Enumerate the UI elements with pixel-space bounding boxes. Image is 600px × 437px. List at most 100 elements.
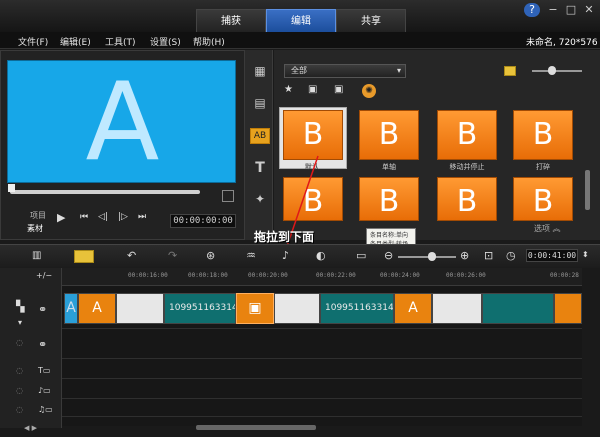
menu-help[interactable]: 帮助(H) <box>193 35 225 48</box>
close-icon[interactable]: ✕ <box>581 3 597 17</box>
title-track-icon[interactable]: T▭ <box>38 366 50 375</box>
mode-clip[interactable]: 素材 <box>27 223 43 234</box>
scrub-bar[interactable] <box>10 190 200 194</box>
thumb-size-slider[interactable] <box>532 70 582 72</box>
transition-icon[interactable]: AB <box>250 128 270 144</box>
music-track-icon[interactable]: ♫▭ <box>38 405 53 414</box>
ruler-tick: 00:00:16:00 <box>128 272 168 279</box>
voice-track-icon[interactable]: ♪▭ <box>38 386 51 395</box>
track-chevron-icon[interactable]: ▾ <box>18 318 22 327</box>
transition-thumb-4[interactable]: B <box>513 110 573 160</box>
play-icon[interactable]: ▶ <box>57 211 65 224</box>
skip-end-icon[interactable]: ⏭ <box>138 212 146 222</box>
tab-edit[interactable]: 编辑 <box>266 9 336 32</box>
instant-project-icon[interactable]: ▤ <box>250 96 270 112</box>
dropped-transition-clip[interactable]: ▣ <box>236 293 274 324</box>
enlarge-icon[interactable] <box>222 190 234 202</box>
media-icon[interactable]: ▦ <box>250 64 270 80</box>
voice-track-lock-icon[interactable]: ◌ <box>16 386 23 395</box>
apply-all-random-icon[interactable]: ▣ <box>334 84 343 95</box>
chevron-down-icon: ▾ <box>396 66 401 75</box>
ruler-tick: 00:00:18:00 <box>188 272 228 279</box>
add-track-icon[interactable]: +/− <box>36 271 52 280</box>
tab-capture[interactable]: 捕获 <box>196 9 266 32</box>
library-filter-value: 全部 <box>291 66 307 75</box>
music-track-lock-icon[interactable]: ◌ <box>16 405 23 414</box>
project-duration-icon: ◷ <box>506 249 516 262</box>
mode-project[interactable]: 项目 <box>30 210 46 221</box>
tooltip-name: 条目名称:单向 <box>370 232 409 239</box>
step-back-icon[interactable]: ◁| <box>98 212 108 222</box>
library-scrollbar[interactable] <box>585 170 590 210</box>
menu-tools[interactable]: 工具(T) <box>105 35 136 48</box>
fit-project-icon[interactable]: ⊡ <box>484 249 493 262</box>
menu-edit[interactable]: 编辑(E) <box>60 35 91 48</box>
preview-screen: A <box>7 60 236 183</box>
record-capture-icon[interactable]: ⊛ <box>206 249 215 262</box>
video-track-icon[interactable]: ▚ <box>16 300 24 313</box>
transition-clip[interactable] <box>554 293 582 324</box>
video-clip-thumbnail[interactable] <box>274 293 320 324</box>
minimize-icon[interactable]: − <box>545 3 561 17</box>
ripple-edit-icon[interactable]: ⚭ <box>38 303 47 316</box>
video-clip-thumbnail[interactable] <box>432 293 482 324</box>
library-options-button[interactable]: 选项 ︽ <box>534 223 561 234</box>
step-forward-icon[interactable]: |▷ <box>118 212 128 222</box>
skip-start-icon[interactable]: ⏮ <box>80 212 88 222</box>
transition-thumb-8[interactable]: B <box>513 177 573 221</box>
preview-letter: A <box>85 60 160 185</box>
title-track-lock-icon[interactable]: ◌ <box>16 366 23 375</box>
thumb-size-handle[interactable] <box>548 66 556 75</box>
auto-music-icon[interactable]: ♪ <box>282 249 289 262</box>
tab-share[interactable]: 共享 <box>336 9 406 32</box>
timeline-scrollbar[interactable] <box>196 425 316 430</box>
preview-timecode[interactable]: 00:00:00:00 <box>170 214 236 228</box>
thumb-label-3: 移动并停止 <box>449 163 485 171</box>
ruler-tick: 00:00:24:00 <box>380 272 420 279</box>
view-mode-icon[interactable] <box>504 66 516 76</box>
track-divider <box>62 398 582 399</box>
drag-instruction: 拖拉到下面 <box>254 230 315 244</box>
undo-icon[interactable]: ↶ <box>127 249 136 262</box>
timecode-stepper[interactable]: ⬍ <box>582 250 589 259</box>
overlay-track-toggle-icon[interactable]: ⚭ <box>38 338 47 351</box>
thumb-label-2: 单轴 <box>382 163 396 171</box>
video-clip[interactable]: 1099511633147 <box>320 293 394 324</box>
scroll-left-icon[interactable]: ◀ ▶ <box>24 424 37 432</box>
zoom-in-icon[interactable]: ⊕ <box>460 249 469 262</box>
video-clip[interactable] <box>482 293 554 324</box>
menu-settings[interactable]: 设置(S) <box>150 35 181 48</box>
video-clip[interactable]: A <box>64 293 78 324</box>
video-clip[interactable]: 1099511633147 <box>164 293 236 324</box>
redo-icon[interactable]: ↷ <box>168 249 177 262</box>
maximize-icon[interactable]: □ <box>563 3 579 17</box>
apply-all-icon[interactable]: ▣ <box>308 84 317 95</box>
track-divider <box>62 328 582 329</box>
thumb-label-4: 打碎 <box>536 163 550 171</box>
track-headers <box>0 268 62 428</box>
zoom-handle[interactable] <box>428 252 436 261</box>
subtitle-editor-icon[interactable]: ▭ <box>356 249 366 262</box>
library-filter-select[interactable]: 全部 ▾ <box>284 64 406 78</box>
transition-settings-icon[interactable]: ✺ <box>362 84 376 98</box>
transition-clip[interactable]: A <box>394 293 432 324</box>
zoom-slider[interactable] <box>398 256 456 258</box>
sound-mixer-icon[interactable]: ♒ <box>246 249 256 262</box>
help-icon[interactable]: ? <box>524 3 540 17</box>
zoom-out-icon[interactable]: ⊖ <box>384 249 393 262</box>
transition-thumb-6[interactable]: B <box>359 177 419 221</box>
menu-file[interactable]: 文件(F) <box>18 35 48 48</box>
timeline-timecode[interactable]: 0:00:41:00 <box>526 249 578 262</box>
video-clip-thumbnail[interactable] <box>116 293 164 324</box>
transition-clip[interactable]: A <box>78 293 116 324</box>
storyboard-view-icon[interactable]: ▥ <box>32 250 41 261</box>
overlay-track-icon[interactable]: ◌ <box>16 338 23 347</box>
timeline-view-icon[interactable] <box>74 250 94 263</box>
ruler-tick: 00:00:22:00 <box>316 272 356 279</box>
scrub-handle[interactable] <box>8 184 15 192</box>
motion-tracking-icon[interactable]: ◐ <box>316 249 326 262</box>
transition-thumb-2[interactable]: B <box>359 110 419 160</box>
transition-thumb-7[interactable]: B <box>437 177 497 221</box>
transition-thumb-3[interactable]: B <box>437 110 497 160</box>
add-favorite-icon[interactable]: ★ <box>284 84 293 95</box>
